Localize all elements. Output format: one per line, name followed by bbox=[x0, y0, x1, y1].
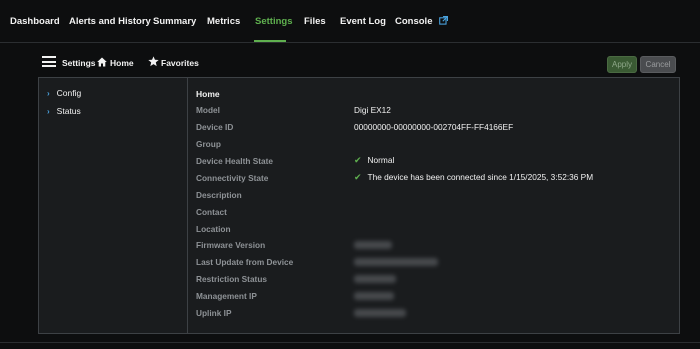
field-label-restriction-status: Restriction Status bbox=[196, 274, 267, 284]
settings-tree: › Config › Status bbox=[39, 78, 188, 333]
settings-toolbar: Settings Home Favorites bbox=[0, 50, 700, 76]
field-label-device-health-state: Device Health State bbox=[196, 156, 274, 166]
tree-item-label: Config bbox=[56, 88, 82, 98]
favorites-link[interactable]: Favorites bbox=[161, 58, 199, 68]
nav-settings[interactable]: Settings bbox=[255, 16, 292, 27]
field-label-device-id: Device ID bbox=[196, 122, 234, 132]
redacted-last-update bbox=[354, 258, 438, 266]
field-label-group: Group bbox=[196, 139, 221, 149]
redacted-management-ip bbox=[354, 292, 394, 300]
top-nav: Dashboard Alerts and History Summary Met… bbox=[0, 0, 700, 43]
field-value-model: Digi EX12 bbox=[354, 105, 391, 115]
field-label-description: Description bbox=[196, 190, 242, 200]
redacted-restriction-status bbox=[354, 275, 396, 283]
field-label-uplink-ip: Uplink IP bbox=[196, 308, 232, 318]
nav-console[interactable]: Console bbox=[395, 16, 449, 27]
nav-console-label: Console bbox=[395, 16, 433, 27]
field-value-device-id: 00000000-00000000-002704FF-FF4166EF bbox=[354, 122, 514, 132]
external-link-icon bbox=[439, 16, 449, 25]
field-label-connectivity-state: Connectivity State bbox=[196, 173, 269, 183]
nav-alerts-and-history[interactable]: Alerts and History bbox=[69, 16, 151, 27]
check-icon: ✔ bbox=[354, 172, 362, 182]
nav-summary[interactable]: Summary bbox=[153, 16, 196, 27]
redacted-firmware-version bbox=[354, 241, 392, 249]
health-status-text: Normal bbox=[367, 155, 395, 165]
nav-event-log[interactable]: Event Log bbox=[340, 16, 386, 27]
field-label-contact: Contact bbox=[196, 207, 227, 217]
cancel-button[interactable]: Cancel bbox=[640, 56, 676, 73]
apply-button[interactable]: Apply bbox=[607, 56, 637, 73]
field-value-connectivity-state: ✔ The device has been connected since 1/1… bbox=[354, 172, 593, 183]
tree-item-status[interactable]: › Status bbox=[47, 106, 81, 116]
nav-files[interactable]: Files bbox=[304, 16, 326, 27]
field-label-management-ip: Management IP bbox=[196, 291, 257, 301]
tree-item-label: Status bbox=[56, 106, 81, 116]
field-label-model: Model bbox=[196, 105, 220, 115]
connectivity-status-text: The device has been connected since 1/15… bbox=[367, 172, 594, 182]
tree-item-config[interactable]: › Config bbox=[47, 88, 81, 98]
field-label-location: Location bbox=[196, 224, 231, 234]
nav-metrics[interactable]: Metrics bbox=[207, 16, 240, 27]
home-icon[interactable] bbox=[97, 57, 107, 67]
chevron-right-icon: › bbox=[47, 89, 50, 98]
field-value-device-health-state: ✔ Normal bbox=[354, 155, 394, 166]
content-title: Home bbox=[196, 89, 220, 99]
redacted-uplink-ip bbox=[354, 309, 406, 317]
settings-panel: › Config › Status Home Model Digi EX12 Dev… bbox=[38, 77, 680, 334]
nav-dashboard[interactable]: Dashboard bbox=[10, 16, 60, 27]
menu-icon[interactable] bbox=[42, 56, 56, 67]
field-label-last-update: Last Update from Device bbox=[196, 257, 294, 267]
settings-heading: Settings bbox=[62, 58, 96, 68]
home-content: Home Model Digi EX12 Device ID 00000000-… bbox=[196, 78, 676, 333]
home-link[interactable]: Home bbox=[110, 58, 134, 68]
check-icon: ✔ bbox=[354, 155, 362, 165]
chevron-right-icon: › bbox=[47, 107, 50, 116]
field-label-firmware-version: Firmware Version bbox=[196, 240, 266, 250]
star-icon[interactable] bbox=[148, 56, 159, 67]
active-tab-indicator bbox=[254, 40, 286, 42]
footer-divider bbox=[0, 342, 700, 343]
